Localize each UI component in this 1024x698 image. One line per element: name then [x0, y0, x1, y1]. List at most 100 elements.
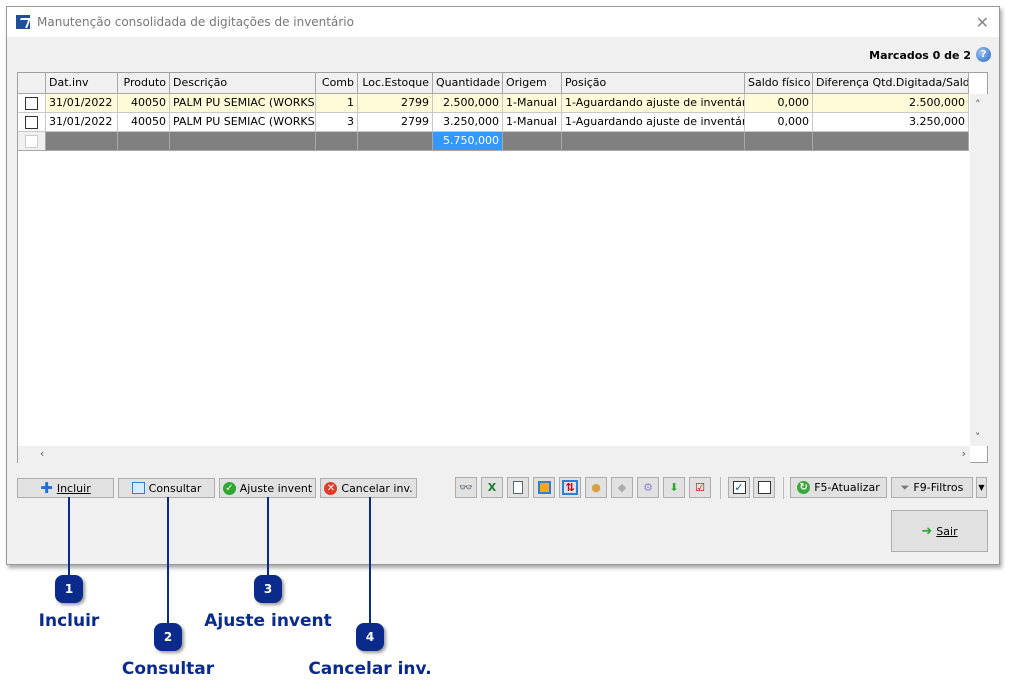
- consultar-button[interactable]: Consultar: [118, 478, 215, 498]
- app-icon: [16, 15, 30, 29]
- eraser-icon: ◆: [617, 481, 627, 494]
- header-produto[interactable]: Produto: [118, 73, 170, 94]
- window-title: Manutenção consolidada de digitações de …: [37, 15, 354, 29]
- cell-comb: 3: [316, 113, 358, 132]
- gear-icon: ⚙: [643, 481, 653, 494]
- cell-diferenca: 2.500,000: [813, 94, 969, 113]
- callout-label-1: Incluir: [38, 611, 100, 631]
- header-origem[interactable]: Origem: [503, 73, 562, 94]
- header-dat-inv[interactable]: Dat.inv: [46, 73, 118, 94]
- checklist-icon: ☑: [695, 481, 705, 494]
- row-checkbox[interactable]: [25, 116, 38, 129]
- report-icon: [537, 481, 551, 494]
- callout-badge-4: 4: [356, 623, 384, 651]
- cancelar-inv-button[interactable]: ✕ Cancelar inv.: [320, 478, 417, 498]
- scroll-left-icon[interactable]: ‹: [40, 447, 44, 460]
- cell-produto: 40050: [118, 113, 170, 132]
- callout-line-4: [369, 497, 371, 625]
- cancel-icon: ✕: [324, 481, 338, 495]
- excel-button[interactable]: X: [481, 477, 503, 498]
- scroll-up-icon[interactable]: ˄: [975, 98, 981, 111]
- grid-header: Dat.inv Produto Descrição Comb Loc.Estoq…: [18, 73, 969, 94]
- cell-origem: 1-Manual: [503, 113, 562, 132]
- callout-label-2: Consultar: [121, 659, 215, 679]
- horizontal-scrollbar[interactable]: ‹ ›: [18, 446, 970, 463]
- ajuste-label: Ajuste invent: [239, 481, 313, 495]
- palette-icon: ●: [591, 481, 601, 494]
- cell-loc-estoque: 2799: [358, 94, 433, 113]
- excel-icon: X: [487, 481, 497, 494]
- scroll-right-icon[interactable]: ›: [962, 447, 966, 460]
- incluir-button[interactable]: ✚ Incluir: [17, 478, 114, 498]
- totals-row: 5.750,000: [18, 132, 969, 151]
- palette-button[interactable]: ●: [585, 477, 607, 498]
- cell-saldo-fisico: 0,000: [745, 113, 813, 132]
- cell-quantidade: 3.250,000: [433, 113, 503, 132]
- filter-icon: ⏷: [900, 480, 910, 494]
- header-loc-estoque[interactable]: Loc.Estoque: [358, 73, 433, 94]
- row-checkbox[interactable]: [25, 97, 38, 110]
- checklist-button[interactable]: ☑: [689, 477, 711, 498]
- header-descricao[interactable]: Descrição: [170, 73, 316, 94]
- title-bar: Manutenção consolidada de digitações de …: [7, 7, 999, 37]
- cancelar-label: Cancelar inv.: [341, 481, 413, 495]
- callout-label-4: Cancelar inv.: [308, 659, 432, 679]
- close-icon[interactable]: ✕: [976, 13, 989, 32]
- header-posicao[interactable]: Posição: [562, 73, 745, 94]
- incluir-label: Incluir: [56, 481, 91, 495]
- callout-label-3: Ajuste invent: [204, 611, 332, 631]
- f9-filtros-button[interactable]: ⏷ F9-Filtros: [891, 477, 973, 498]
- header-comb[interactable]: Comb: [316, 73, 358, 94]
- callout-line-1: [68, 497, 70, 577]
- check-icon: ✓: [222, 481, 236, 495]
- table-row[interactable]: 31/01/2022 40050 PALM PU SEMIAC (WORKS) …: [18, 94, 969, 113]
- exit-icon: ➜: [921, 523, 933, 539]
- plus-icon: ✚: [40, 479, 53, 497]
- total-quantidade: 5.750,000: [433, 132, 503, 151]
- cell-descricao: PALM PU SEMIAC (WORKS): [170, 113, 316, 132]
- header-select[interactable]: [18, 73, 46, 94]
- uncheck-all-button[interactable]: [753, 477, 775, 498]
- refresh-icon: ↻: [797, 481, 811, 494]
- chevron-down-icon: ▼: [978, 483, 985, 492]
- download-button[interactable]: ⬇: [663, 477, 685, 498]
- ajuste-invent-button[interactable]: ✓ Ajuste invent: [219, 478, 316, 498]
- vertical-scrollbar[interactable]: ˄ ˅: [970, 94, 988, 446]
- binoculars-icon: 👓: [459, 481, 473, 494]
- help-icon[interactable]: ?: [976, 47, 991, 62]
- search-icon: [131, 482, 145, 494]
- settings-button[interactable]: ⚙: [637, 477, 659, 498]
- filtros-label: F9-Filtros: [913, 481, 964, 494]
- cell-comb: 1: [316, 94, 358, 113]
- header-diferenca[interactable]: Diferença Qtd.Digitada/Saldo: [813, 73, 969, 94]
- callout-line-2: [167, 497, 169, 625]
- document-button[interactable]: [507, 477, 529, 498]
- report-button[interactable]: [533, 477, 555, 498]
- marked-count: Marcados 0 de 2: [869, 49, 971, 62]
- callout-badge-1: 1: [55, 575, 83, 603]
- table-row[interactable]: 31/01/2022 40050 PALM PU SEMIAC (WORKS) …: [18, 113, 969, 132]
- download-icon: ⬇: [669, 481, 679, 494]
- cell-diferenca: 3.250,000: [813, 113, 969, 132]
- cell-posicao: 1-Aguardando ajuste de inventário: [562, 94, 745, 113]
- cell-produto: 40050: [118, 94, 170, 113]
- inventory-grid[interactable]: Dat.inv Produto Descrição Comb Loc.Estoq…: [17, 72, 988, 463]
- document-icon: [513, 481, 523, 494]
- separator: [720, 477, 721, 499]
- sort-button[interactable]: ⇅: [559, 477, 581, 498]
- callout-badge-2: 2: [154, 623, 182, 651]
- check-all-button[interactable]: ✓: [728, 477, 750, 498]
- checkbox-empty-icon: [757, 481, 771, 494]
- header-quantidade[interactable]: Quantidade: [433, 73, 503, 94]
- sair-label: Sair: [936, 524, 958, 538]
- cell-loc-estoque: 2799: [358, 113, 433, 132]
- consultar-label: Consultar: [148, 481, 202, 495]
- binoculars-button[interactable]: 👓: [455, 477, 477, 498]
- filtros-dropdown[interactable]: ▼: [976, 477, 987, 498]
- eraser-button[interactable]: ◆: [611, 477, 633, 498]
- scroll-down-icon[interactable]: ˅: [975, 431, 981, 444]
- sair-button[interactable]: ➜ Sair: [891, 510, 988, 552]
- atualizar-label: F5-Atualizar: [814, 481, 880, 494]
- header-saldo-fisico[interactable]: Saldo físico: [745, 73, 813, 94]
- f5-atualizar-button[interactable]: ↻ F5-Atualizar: [790, 477, 887, 498]
